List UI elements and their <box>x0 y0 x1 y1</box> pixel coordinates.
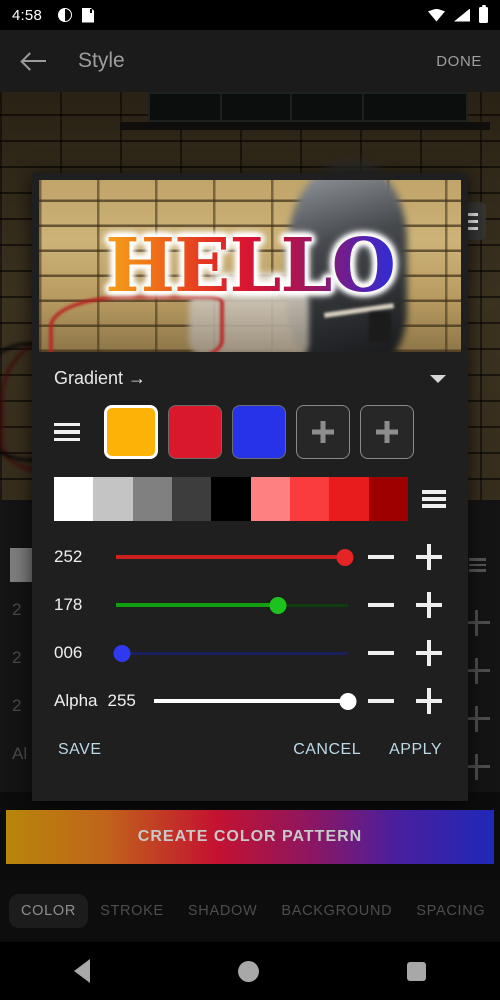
underlying-label-3: Al <box>12 744 27 764</box>
palette-menu-icon[interactable] <box>422 490 446 508</box>
battery-icon <box>479 7 488 23</box>
color-palette-strip[interactable] <box>54 477 408 521</box>
save-button[interactable]: SAVE <box>58 741 102 759</box>
blue-minus-button[interactable] <box>364 636 398 670</box>
status-bar-left-icons <box>58 8 94 23</box>
back-arrow-icon[interactable] <box>18 44 52 78</box>
swatch-menu-icon[interactable] <box>54 423 80 442</box>
dialog-actions: SAVE CANCEL APPLY <box>32 725 468 759</box>
red-plus-button[interactable] <box>412 540 446 574</box>
tab-stroke[interactable]: STROKE <box>88 894 176 928</box>
style-tab-bar: COLOR STROKE SHADOW BACKGROUND SPACING <box>0 882 500 940</box>
system-navigation-bar <box>0 942 500 1000</box>
slider-row-blue: 006 <box>54 629 446 677</box>
underlying-label-1: 2 <box>12 648 21 668</box>
page-title: Style <box>78 49 125 73</box>
slider-row-green: 178 <box>54 581 446 629</box>
status-bar-right-icons <box>428 7 488 23</box>
nav-back-triangle-icon[interactable] <box>74 959 90 983</box>
done-button[interactable]: DONE <box>436 53 482 70</box>
palette-color-5[interactable] <box>251 477 290 521</box>
app-screen: 4:58 Style DONE <box>0 0 500 1000</box>
gradient-mode-label: Gradient → <box>54 368 146 389</box>
chevron-down-icon[interactable] <box>430 375 446 383</box>
rgba-sliders: 252 178 006 <box>32 521 468 725</box>
blue-plus-button[interactable] <box>412 636 446 670</box>
palette-color-1[interactable] <box>93 477 132 521</box>
cellular-signal-icon <box>454 9 470 22</box>
tab-shadow[interactable]: SHADOW <box>176 894 269 928</box>
palette-color-8[interactable] <box>369 477 408 521</box>
alpha-value: 255 <box>107 691 135 711</box>
create-color-pattern-label: CREATE COLOR PATTERN <box>138 828 362 846</box>
alpha-plus-button[interactable] <box>412 684 446 718</box>
alpha-minus-button[interactable] <box>364 684 398 718</box>
alpha-label: Alpha <box>54 691 97 711</box>
status-bar: 4:58 <box>0 0 500 30</box>
underlying-label-0: 2 <box>12 600 21 620</box>
palette-color-7[interactable] <box>329 477 368 521</box>
preview-hello-text: HELLO <box>105 229 395 303</box>
swatch-add-2[interactable] <box>360 405 414 459</box>
status-bar-time: 4:58 <box>12 7 42 24</box>
preview-cup <box>369 312 391 342</box>
apply-button[interactable]: APPLY <box>389 741 442 759</box>
green-slider[interactable] <box>116 595 348 615</box>
nav-recents-square-icon[interactable] <box>407 962 426 981</box>
cancel-button[interactable]: CANCEL <box>293 741 361 759</box>
blue-slider[interactable] <box>116 643 348 663</box>
green-minus-button[interactable] <box>364 588 398 622</box>
palette-color-2[interactable] <box>133 477 172 521</box>
tab-color[interactable]: COLOR <box>9 894 88 928</box>
swatch-blue[interactable] <box>232 405 286 459</box>
underlying-menu-icon <box>469 558 486 572</box>
swatch-add-1[interactable] <box>296 405 350 459</box>
palette-color-4[interactable] <box>211 477 250 521</box>
green-value: 178 <box>54 595 116 615</box>
blue-value: 006 <box>54 643 116 663</box>
palette-color-3[interactable] <box>172 477 211 521</box>
contrast-icon <box>58 8 72 22</box>
app-bar: Style DONE <box>0 30 500 92</box>
color-picker-dialog: HELLO Gradient → <box>32 173 468 801</box>
tab-spacing[interactable]: SPACING <box>404 894 497 928</box>
palette-color-6[interactable] <box>290 477 329 521</box>
palette-row <box>32 459 468 521</box>
green-plus-button[interactable] <box>412 588 446 622</box>
swatch-amber[interactable] <box>104 405 158 459</box>
tab-background[interactable]: BACKGROUND <box>269 894 404 928</box>
red-value: 252 <box>54 547 116 567</box>
sd-card-icon <box>82 8 94 23</box>
slider-row-red: 252 <box>54 533 446 581</box>
gradient-mode-row[interactable]: Gradient → <box>32 352 468 393</box>
wifi-icon <box>428 9 445 22</box>
red-minus-button[interactable] <box>364 540 398 574</box>
nav-home-circle-icon[interactable] <box>238 961 259 982</box>
palette-color-0[interactable] <box>54 477 93 521</box>
slider-row-alpha: Alpha 255 <box>54 677 446 725</box>
create-color-pattern-button[interactable]: CREATE COLOR PATTERN <box>6 810 494 864</box>
text-preview: HELLO <box>39 180 461 352</box>
swatch-row <box>32 393 468 459</box>
underlying-label-2: 2 <box>12 696 21 716</box>
alpha-label-group: Alpha 255 <box>54 691 154 711</box>
swatch-red[interactable] <box>168 405 222 459</box>
red-slider[interactable] <box>116 547 348 567</box>
alpha-slider[interactable] <box>154 691 348 711</box>
